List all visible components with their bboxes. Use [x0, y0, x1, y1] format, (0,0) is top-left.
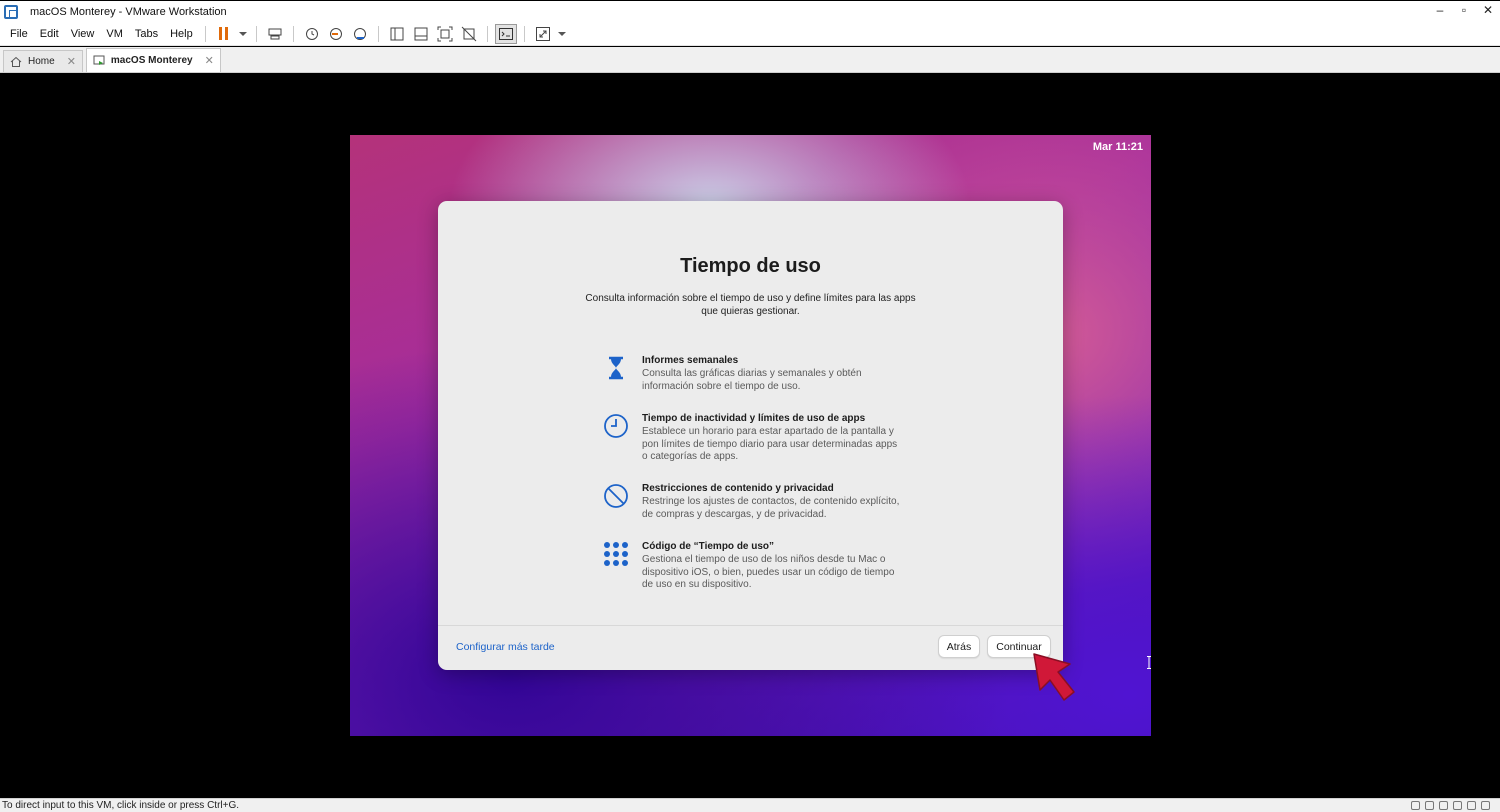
- dialog-title: Tiempo de uso: [680, 255, 821, 277]
- menu-edit[interactable]: Edit: [34, 28, 65, 40]
- display-icon[interactable]: [1481, 801, 1490, 810]
- stretch-icon: [535, 26, 550, 41]
- feature-title: Tiempo de inactividad y límites de uso d…: [642, 413, 866, 424]
- unity-icon: [461, 26, 477, 41]
- thumbnail-bar-button[interactable]: [410, 24, 432, 44]
- feature-title: Restricciones de contenido y privacidad: [642, 483, 834, 494]
- tab-home[interactable]: Home ✕: [3, 50, 83, 72]
- menu-file[interactable]: File: [4, 28, 34, 40]
- toolbar-separator: [204, 25, 206, 42]
- menu-toolbar: File Edit View VM Tabs Help: [0, 22, 1500, 46]
- feature-description: Establece un horario para estar apartado…: [642, 426, 898, 462]
- clock-icon: [604, 414, 628, 438]
- snapshot-manager-icon: [353, 27, 366, 40]
- status-bar: To direct input to this VM, click inside…: [0, 798, 1500, 812]
- menu-view[interactable]: View: [65, 28, 101, 40]
- console-view-button[interactable]: [494, 23, 517, 44]
- dialog-divider: [438, 625, 1063, 626]
- window-title: macOS Monterey - VMware Workstation: [30, 5, 227, 18]
- feature-title: Código de “Tiempo de uso”: [642, 541, 775, 552]
- feature-description: Consulta las gráficas diarias y semanale…: [642, 368, 862, 392]
- screen-time-dialog: Tiempo de uso Consulta información sobre…: [438, 201, 1063, 670]
- network-icon[interactable]: [1439, 801, 1448, 810]
- tab-macos-monterey-label: macOS Monterey: [110, 55, 193, 66]
- library-icon: [390, 27, 404, 40]
- stretch-button[interactable]: [532, 24, 554, 44]
- device-status-icons: [1411, 801, 1490, 810]
- stretch-dropdown-icon[interactable]: [557, 31, 566, 36]
- pause-dropdown-icon[interactable]: [238, 31, 247, 36]
- unity-button[interactable]: [458, 24, 480, 44]
- pause-icon: [219, 27, 229, 40]
- window-controls: – ▫ ✕: [1434, 3, 1494, 17]
- dialog-intro: Consulta información sobre el tiempo de …: [585, 293, 916, 317]
- hard-disk-icon[interactable]: [1411, 801, 1420, 810]
- vm-console[interactable]: Mar 11:21 Tiempo de uso Consulta informa…: [350, 135, 1151, 736]
- snapshot-icon: [305, 27, 318, 40]
- pointer-arrow-annotation: [1033, 653, 1075, 701]
- tab-macos-monterey[interactable]: macOS Monterey ✕: [85, 48, 221, 72]
- menu-tabs[interactable]: Tabs: [129, 28, 164, 40]
- usb-icon[interactable]: [1453, 801, 1462, 810]
- snapshot-button[interactable]: [301, 24, 323, 44]
- title-bar: macOS Monterey - VMware Workstation – ▫ …: [0, 0, 1500, 22]
- text-cursor-icon: [1147, 656, 1151, 669]
- full-screen-button[interactable]: [434, 24, 456, 44]
- revert-snapshot-icon: [329, 27, 342, 40]
- maximize-button[interactable]: ▫: [1458, 3, 1470, 17]
- feature-description: Gestiona el tiempo de uso de los niños d…: [642, 554, 895, 590]
- console-view-icon: [498, 27, 513, 40]
- vmware-logo-icon: [4, 4, 18, 19]
- menu-vm[interactable]: VM: [100, 28, 129, 40]
- close-button[interactable]: ✕: [1482, 3, 1494, 17]
- vm-running-icon: [93, 55, 105, 65]
- snapshot-manager-button[interactable]: [349, 24, 371, 44]
- feature-title: Informes semanales: [642, 355, 739, 366]
- library-button[interactable]: [386, 24, 408, 44]
- menu-bar-clock: Mar 11:21: [1092, 141, 1143, 153]
- back-button[interactable]: Atrás: [938, 635, 980, 658]
- tab-bar: Home ✕ macOS Monterey ✕: [0, 47, 1500, 73]
- revert-snapshot-button[interactable]: [325, 24, 347, 44]
- send-ctrl-alt-del-button[interactable]: [264, 24, 286, 44]
- full-screen-icon: [437, 26, 453, 41]
- feature-description: Restringe los ajustes de contactos, de c…: [642, 496, 900, 520]
- tab-home-close-icon[interactable]: ✕: [67, 55, 76, 68]
- hourglass-icon: [609, 356, 623, 380]
- home-icon: [10, 56, 22, 67]
- thumbnail-bar-icon: [414, 27, 428, 40]
- setup-later-link[interactable]: Configurar más tarde: [456, 641, 555, 653]
- cd-dvd-icon[interactable]: [1425, 801, 1434, 810]
- send-ctrl-alt-del-icon: [268, 28, 282, 39]
- menu-help[interactable]: Help: [164, 28, 199, 40]
- status-message: To direct input to this VM, click inside…: [2, 800, 240, 811]
- restriction-icon: [604, 484, 628, 508]
- pause-button[interactable]: [213, 24, 235, 44]
- sound-icon[interactable]: [1467, 801, 1476, 810]
- tab-macos-monterey-close-icon[interactable]: ✕: [205, 54, 214, 67]
- tab-home-label: Home: [28, 56, 55, 67]
- passcode-grid-icon: [604, 542, 628, 566]
- minimize-button[interactable]: –: [1434, 3, 1446, 17]
